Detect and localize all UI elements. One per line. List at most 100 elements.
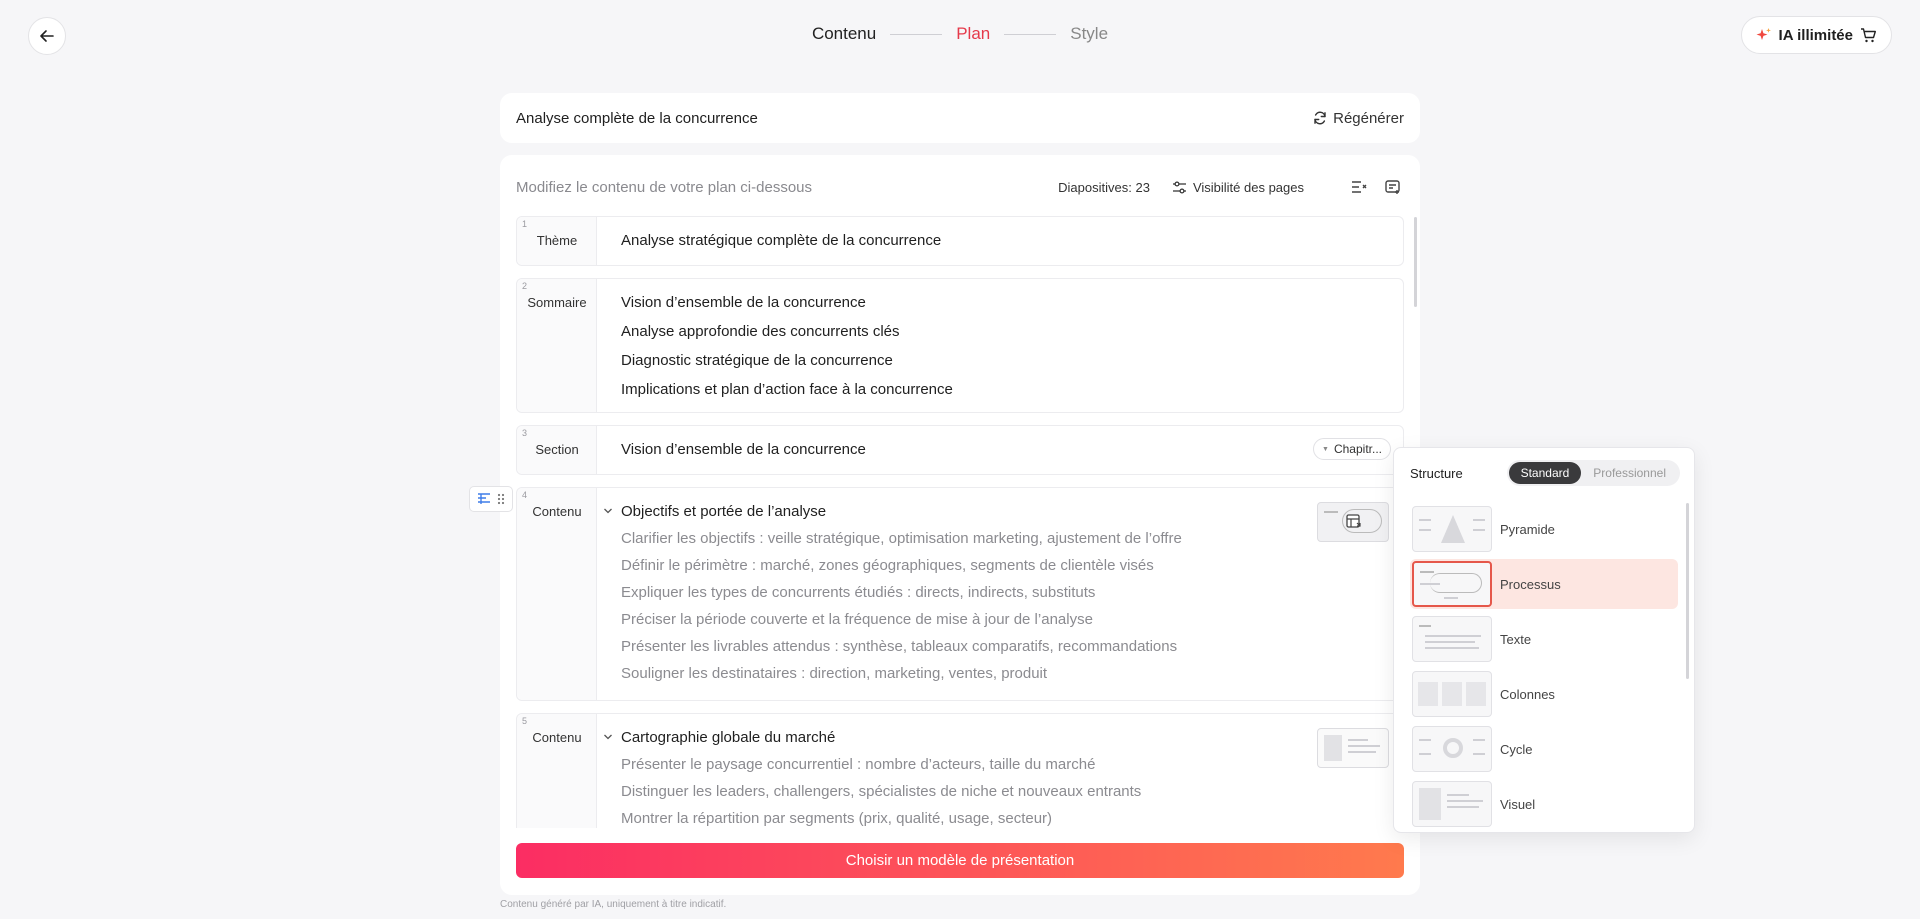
row-type: Contenu [532, 730, 582, 745]
outline-row-content[interactable]: 5 Contenu Cartographie globale du marché… [516, 713, 1404, 828]
step-contenu[interactable]: Contenu [812, 24, 876, 44]
page-visibility-button[interactable]: Visibilité des pages [1172, 180, 1304, 195]
row-label-cell: 3 Section [517, 426, 597, 474]
structure-header: Structure Standard Professionnel [1410, 460, 1680, 486]
structure-option-pyramide[interactable]: Pyramide [1410, 504, 1678, 554]
row-number: 2 [522, 281, 528, 291]
sparkle-icon [1756, 28, 1771, 40]
bullet-point[interactable]: Présenter les livrables attendus : synth… [621, 638, 1177, 655]
row-content[interactable]: Objectifs et portée de l’analyse Clarifi… [597, 488, 1403, 700]
bullet-point[interactable]: Montrer la répartition par segments (pri… [621, 810, 1052, 827]
outline-toolbar: Modifiez le contenu de votre plan ci-des… [516, 173, 1404, 201]
layout-thumbnail[interactable] [1317, 728, 1389, 768]
structure-option-colonnes[interactable]: Colonnes [1410, 669, 1678, 719]
collapse-list-icon [1352, 181, 1367, 193]
section-title[interactable]: Vision d’ensemble de la concurrence [621, 441, 866, 458]
chapter-label: Chapitr... [1333, 442, 1382, 456]
row-label-cell: 4 Contenu [517, 488, 597, 700]
cart-icon [1861, 27, 1876, 42]
slide-title[interactable]: Objectifs et portée de l’analyse [621, 503, 826, 520]
regenerate-button[interactable]: Régénérer [1313, 110, 1404, 127]
row-content[interactable]: Analyse stratégique complète de la concu… [597, 217, 1403, 265]
summary-item[interactable]: Vision d’ensemble de la concurrence [621, 294, 866, 311]
option-label: Texte [1500, 631, 1532, 647]
layout-thumbnail[interactable] [1317, 502, 1389, 542]
text-format-icon[interactable] [477, 493, 491, 505]
chevron-down-icon[interactable] [603, 506, 613, 519]
expand-list-icon [1385, 180, 1400, 194]
outline-scrollbar[interactable] [1414, 217, 1417, 307]
structure-tabs: Standard Professionnel [1506, 460, 1680, 486]
row-type: Contenu [532, 504, 582, 519]
regenerate-label: Régénérer [1333, 109, 1404, 127]
outline-row-content[interactable]: 4 Contenu Objectifs et portée de l’analy… [516, 487, 1404, 701]
row-number: 1 [522, 219, 528, 229]
slide-title[interactable]: Cartographie globale du marché [621, 729, 835, 746]
structure-option-processus[interactable]: Processus [1410, 559, 1678, 609]
bullet-point[interactable]: Préciser la période couverte et la fréqu… [621, 611, 1093, 628]
tab-professionnel[interactable]: Professionnel [1581, 462, 1678, 484]
sliders-icon [1172, 180, 1186, 194]
outline-row-theme[interactable]: 1 Thème Analyse stratégique complète de … [516, 216, 1404, 266]
cycle-thumbnail [1412, 726, 1492, 772]
expand-all-button[interactable] [1382, 176, 1404, 198]
pyramid-thumbnail [1412, 506, 1492, 552]
row-number: 5 [522, 716, 528, 726]
bullet-point[interactable]: Distinguer les leaders, challengers, spé… [621, 783, 1141, 800]
slides-count: Diapositives: 23 [1058, 179, 1150, 195]
row-number: 4 [522, 490, 528, 500]
structure-popover: Structure Standard Professionnel Pyramid… [1393, 447, 1695, 833]
chapter-dropdown[interactable]: ▼ Chapitr... [1313, 438, 1391, 460]
bullet-point[interactable]: Expliquer les types de concurrents étudi… [621, 584, 1095, 601]
visual-thumbnail [1412, 781, 1492, 827]
theme-text[interactable]: Analyse stratégique complète de la concu… [621, 232, 941, 249]
structure-option-visuel[interactable]: Visuel [1410, 779, 1678, 829]
row-label-cell: 1 Thème [517, 217, 597, 265]
row-type: Section [535, 442, 579, 457]
option-label: Cycle [1500, 741, 1533, 757]
row-content[interactable]: Cartographie globale du marché Présenter… [597, 714, 1403, 828]
row-content[interactable]: Vision d’ensemble de la concurrence Anal… [597, 279, 1403, 412]
collapse-all-button[interactable] [1348, 176, 1370, 198]
row-content[interactable]: Vision d’ensemble de la concurrence ▼ Ch… [597, 426, 1403, 474]
drag-handle-icon[interactable] [497, 493, 505, 505]
presentation-title[interactable]: Analyse complète de la concurrence [516, 110, 758, 127]
step-plan[interactable]: Plan [956, 24, 990, 44]
structure-option-texte[interactable]: Texte [1410, 614, 1678, 664]
choose-template-button[interactable]: Choisir un modèle de présentation [516, 843, 1404, 878]
summary-item[interactable]: Analyse approfondie des concurrents clés [621, 323, 900, 340]
bullet-point[interactable]: Clarifier les objectifs : veille stratég… [621, 530, 1182, 547]
bullet-point[interactable]: Présenter le paysage concurrentiel : nom… [621, 756, 1095, 773]
step-divider [890, 33, 943, 35]
option-label: Pyramide [1500, 521, 1555, 537]
popover-scrollbar[interactable] [1686, 503, 1689, 679]
ia-illimitee-button[interactable]: IA illimitée [1740, 16, 1892, 54]
row-tools [469, 486, 513, 512]
text-thumbnail [1412, 616, 1492, 662]
row-type: Thème [536, 233, 578, 248]
presentation-title-card: Analyse complète de la concurrence Régén… [500, 93, 1420, 143]
refresh-icon [1314, 111, 1326, 125]
row-label-cell: 5 Contenu [517, 714, 597, 828]
outline-row-section[interactable]: 3 Section Vision d’ensemble de la concur… [516, 425, 1404, 475]
chevron-down-icon[interactable] [603, 732, 613, 745]
step-style[interactable]: Style [1070, 24, 1108, 44]
page-visibility-label: Visibilité des pages [1192, 179, 1304, 195]
ai-disclaimer: Contenu généré par IA, uniquement à titr… [500, 899, 727, 910]
columns-thumbnail [1412, 671, 1492, 717]
structure-option-cycle[interactable]: Cycle [1410, 724, 1678, 774]
outline-list[interactable]: 1 Thème Analyse stratégique complète de … [516, 216, 1404, 828]
summary-item[interactable]: Implications et plan d’action face à la … [621, 381, 953, 398]
process-thumbnail [1412, 561, 1492, 607]
outline-panel: Modifiez le contenu de votre plan ci-des… [500, 155, 1420, 895]
row-type: Sommaire [527, 295, 587, 310]
step-indicator: Contenu Plan Style [0, 24, 1920, 44]
outline-row-summary[interactable]: 2 Sommaire Vision d’ensemble de la concu… [516, 278, 1404, 413]
summary-item[interactable]: Diagnostic stratégique de la concurrence [621, 352, 893, 369]
option-label: Visuel [1500, 796, 1536, 812]
tab-standard[interactable]: Standard [1508, 462, 1582, 484]
bullet-point[interactable]: Souligner les destinataires : direction,… [621, 665, 1047, 682]
outline-hint: Modifiez le contenu de votre plan ci-des… [516, 178, 813, 196]
step-divider [1004, 33, 1057, 35]
bullet-point[interactable]: Définir le périmètre : marché, zones géo… [621, 557, 1154, 574]
